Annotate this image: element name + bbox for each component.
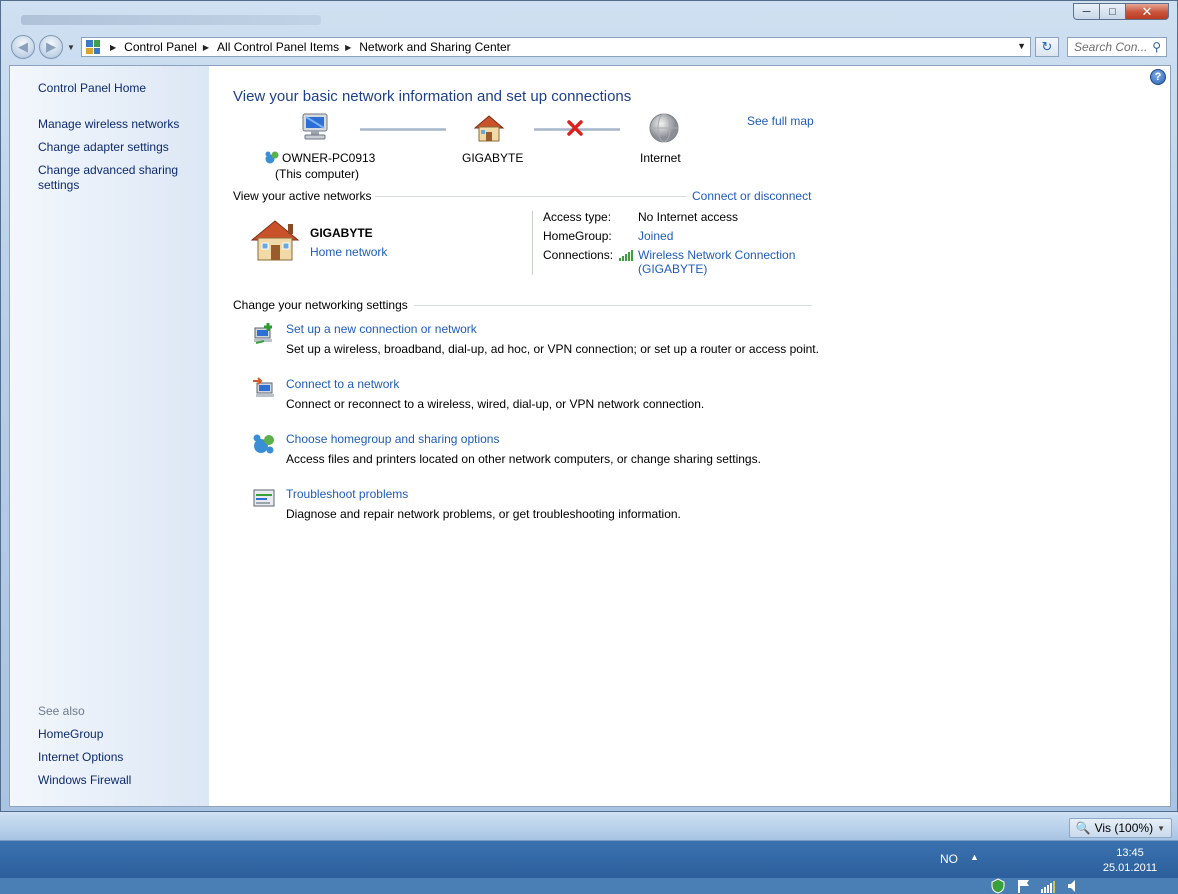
see-full-map-link[interactable]: See full map [747, 114, 814, 128]
clock-date: 25.01.2011 [1102, 862, 1158, 874]
error-x-icon [567, 120, 583, 136]
settings-section-label: Change your networking settings [233, 298, 408, 312]
home-network-link[interactable]: Home network [310, 245, 387, 259]
map-internet: Internet [640, 151, 681, 165]
see-also-heading: See also [38, 704, 85, 718]
homegroup-joined-link[interactable]: Joined [638, 229, 673, 243]
caption-buttons: ─ □ ✕ [1073, 3, 1169, 20]
divider [375, 196, 687, 197]
wireless-connection-ssid: (GIGABYTE) [638, 262, 708, 276]
maximize-button[interactable]: □ [1099, 3, 1126, 20]
troubleshoot-icon [253, 489, 275, 507]
status-band: 🔍 Vis (100%) ▼ [0, 812, 1178, 841]
clock[interactable]: 13:45 25.01.2011 [1090, 846, 1170, 876]
sidebar-item-manage-wireless[interactable]: Manage wireless networks [38, 117, 179, 132]
chevron-down-icon: ▼ [67, 43, 75, 52]
main-panel: View your basic network information and … [232, 66, 1132, 806]
page-title: View your basic network information and … [233, 88, 632, 105]
window-frame: ─ □ ✕ ◀ ▶ ▼ ▶ Control Panel ▶ All Contro… [0, 0, 1178, 812]
clock-time: 13:45 [1116, 847, 1144, 859]
access-type-label: Access type: [543, 210, 612, 224]
connect-disconnect-link[interactable]: Connect or disconnect [692, 189, 811, 203]
wireless-connection-name: Wireless Network Connection [638, 248, 796, 262]
refresh-icon: ↻ [1041, 39, 1053, 54]
house-large-icon [250, 220, 300, 261]
arrow-right-icon: ▶ [46, 39, 56, 54]
volume-icon[interactable] [1066, 878, 1080, 894]
wireless-connection-link[interactable]: Wireless Network Connection (GIGABYTE) [638, 248, 795, 276]
connection-line [360, 128, 446, 131]
close-button[interactable]: ✕ [1125, 3, 1169, 20]
sidebar-item-control-panel-home[interactable]: Control Panel Home [38, 81, 146, 96]
recent-pages-dropdown[interactable]: ▼ [67, 43, 75, 52]
search-input[interactable]: Search Con... ⚲ [1067, 37, 1167, 57]
back-button[interactable]: ◀ [11, 35, 35, 59]
house-icon [473, 115, 505, 142]
security-shield-icon[interactable] [990, 878, 1006, 894]
breadcrumb-all-items[interactable]: All Control Panel Items [217, 40, 339, 54]
computer-icon [302, 113, 328, 140]
search-icon[interactable]: ⚲ [1152, 40, 1161, 54]
computer-sub: (This computer) [275, 167, 360, 181]
task-connect-network-desc: Connect or reconnect to a wireless, wire… [286, 397, 705, 411]
see-also-internet-options[interactable]: Internet Options [38, 750, 123, 765]
task-setup-connection-link[interactable]: Set up a new connection or network [286, 322, 477, 336]
active-network-name: GIGABYTE [310, 226, 373, 240]
wireless-signal-icon[interactable] [1040, 878, 1056, 894]
show-hidden-icons-button[interactable]: ▲ [970, 852, 979, 862]
network-icon [265, 151, 279, 164]
minimize-button[interactable]: ─ [1073, 3, 1100, 20]
task-homegroup-desc: Access files and printers located on oth… [286, 452, 761, 466]
chevron-down-icon: ▼ [1157, 823, 1165, 833]
connect-network-icon [253, 377, 274, 397]
chevron-down-icon[interactable]: ▼ [1017, 41, 1026, 51]
breadcrumb-network-sharing[interactable]: Network and Sharing Center [359, 40, 510, 54]
signal-strength-icon [619, 250, 633, 261]
globe-icon [649, 113, 679, 143]
zoom-label: Vis (100%) [1094, 821, 1154, 835]
connections-label: Connections: [543, 248, 614, 262]
address-bar[interactable]: ▶ Control Panel ▶ All Control Panel Item… [81, 37, 1031, 57]
new-connection-icon [254, 323, 272, 344]
window-title-blur [21, 15, 321, 25]
taskbar: 🔍 Vis (100%) ▼ NO ▲ 13:45 25.01.2011 [0, 812, 1178, 894]
see-also-homegroup[interactable]: HomeGroup [38, 727, 103, 742]
help-icon[interactable]: ? [1150, 69, 1166, 85]
breadcrumb-arrow-icon[interactable]: ▶ [203, 43, 209, 52]
task-troubleshoot-desc: Diagnose and repair network problems, or… [286, 507, 681, 521]
control-panel-icon [86, 40, 100, 54]
divider [414, 305, 812, 306]
forward-button[interactable]: ▶ [39, 35, 63, 59]
computer-name: OWNER-PC0913 [282, 151, 376, 165]
content-pane: Control Panel Home Manage wireless netwo… [9, 65, 1171, 807]
action-center-flag-icon[interactable] [1016, 878, 1032, 894]
breadcrumb-arrow-icon[interactable]: ▶ [110, 43, 116, 52]
zoom-icon: 🔍 [1075, 821, 1091, 835]
sidebar: Control Panel Home Manage wireless netwo… [10, 66, 209, 806]
task-setup-connection-desc: Set up a wireless, broadband, dial-up, a… [286, 342, 819, 356]
zoom-control[interactable]: 🔍 Vis (100%) ▼ [1068, 818, 1172, 838]
sidebar-item-advanced-sharing[interactable]: Change advanced sharing settings [38, 163, 188, 193]
breadcrumb-arrow-icon[interactable]: ▶ [345, 43, 351, 52]
refresh-button[interactable]: ↻ [1035, 37, 1059, 57]
active-networks-label: View your active networks [233, 189, 372, 203]
homegroup-label: HomeGroup: [543, 229, 612, 243]
language-indicator[interactable]: NO [940, 852, 958, 866]
task-connect-network-link[interactable]: Connect to a network [286, 377, 399, 391]
sidebar-item-adapter-settings[interactable]: Change adapter settings [38, 140, 169, 155]
breadcrumb-control-panel[interactable]: Control Panel [124, 40, 197, 54]
arrow-left-icon: ◀ [18, 39, 28, 54]
map-network-name: GIGABYTE [462, 151, 524, 165]
homegroup-sharing-icon [253, 434, 274, 454]
vertical-divider [532, 211, 533, 275]
access-type-value: No Internet access [638, 210, 739, 224]
search-placeholder: Search Con... [1074, 40, 1148, 54]
system-tray: NO ▲ [0, 840, 1178, 894]
see-also-windows-firewall[interactable]: Windows Firewall [38, 773, 131, 788]
task-homegroup-link[interactable]: Choose homegroup and sharing options [286, 432, 499, 446]
task-troubleshoot-link[interactable]: Troubleshoot problems [286, 487, 408, 501]
